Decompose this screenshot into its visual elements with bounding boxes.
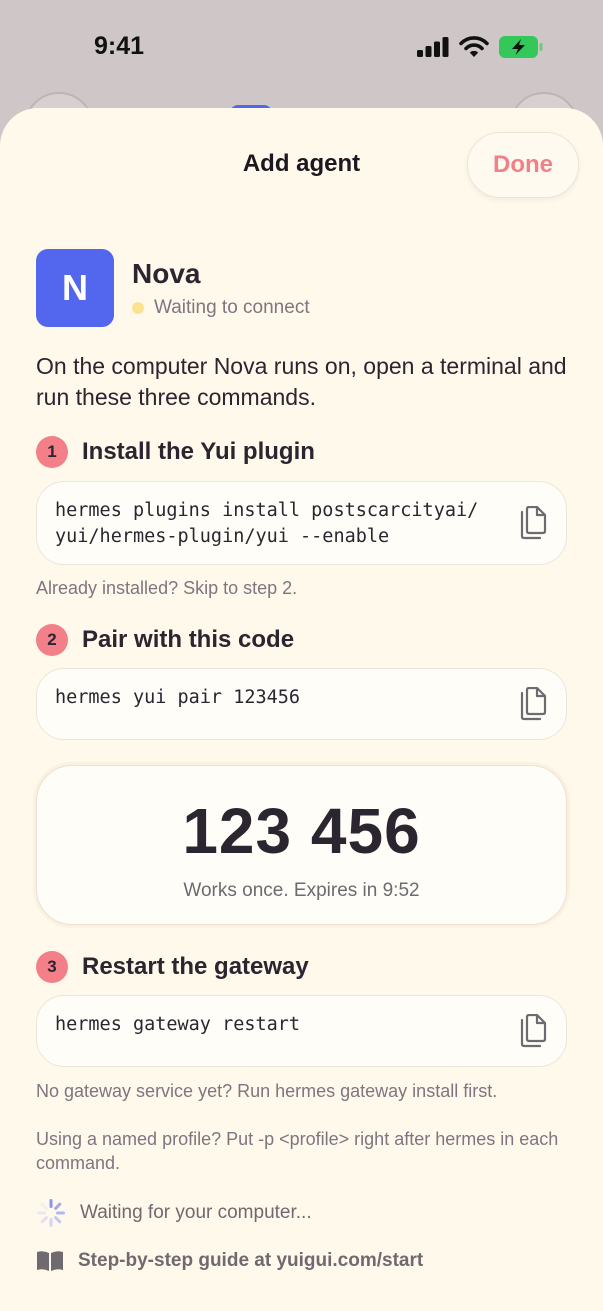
- step-badge: 3: [36, 951, 68, 983]
- status-dot-icon: [132, 302, 144, 314]
- step-1-heading: 1 Install the Yui plugin: [36, 436, 315, 468]
- command-line: yui/hermes-plugin/yui --enable: [55, 526, 390, 547]
- guide-link-text: Step-by-step guide at yuigui.com/start: [78, 1250, 424, 1271]
- pairing-expiry: Works once. Expires in 9:52: [183, 880, 420, 901]
- waiting-text: Waiting for your computer...: [80, 1202, 312, 1223]
- wifi-icon: [459, 36, 489, 57]
- agent-avatar: N: [36, 249, 114, 327]
- copy-icon[interactable]: [518, 687, 548, 721]
- copy-icon[interactable]: [518, 1014, 548, 1048]
- status-time: 9:41: [94, 32, 145, 60]
- step-badge: 1: [36, 436, 68, 468]
- step-3-hint: No gateway service yet? Run hermes gatew…: [36, 1081, 498, 1101]
- cellular-signal-icon: [417, 37, 449, 57]
- profile-hint: Using a named profile? Put -p <profile> …: [36, 1129, 559, 1173]
- pairing-code: 123 456: [182, 795, 421, 867]
- agent-status: Waiting to connect: [132, 297, 310, 319]
- battery-charging-icon: [499, 36, 543, 58]
- command-line: hermes plugins install postscarcityai/: [55, 500, 479, 521]
- add-agent-sheet: Add agent Done N Nova Waiting to connect…: [0, 108, 603, 1311]
- waiting-indicator: Waiting for your computer...: [36, 1198, 312, 1228]
- step-2-heading: 2 Pair with this code: [36, 624, 294, 656]
- step-3-heading: 3 Restart the gateway: [36, 951, 309, 983]
- done-button[interactable]: Done: [467, 132, 579, 198]
- install-command-box[interactable]: hermes plugins install postscarcityai/ y…: [36, 481, 567, 565]
- agent-name: Nova: [132, 258, 201, 289]
- command-line: hermes yui pair 123456: [55, 687, 301, 708]
- pair-command-box[interactable]: hermes yui pair 123456: [36, 668, 567, 740]
- spinner-icon: [37, 1199, 65, 1227]
- step-badge: 2: [36, 624, 68, 656]
- status-icons: [417, 36, 543, 58]
- pairing-code-card: 123 456 Works once. Expires in 9:52: [36, 765, 567, 925]
- step-title: Pair with this code: [82, 626, 295, 653]
- status-bar: 9:41: [0, 0, 603, 100]
- copy-icon[interactable]: [518, 506, 548, 540]
- restart-command-box[interactable]: hermes gateway restart: [36, 995, 567, 1067]
- step-title: Restart the gateway: [82, 953, 309, 980]
- intro-text: On the computer Nova runs on, open a ter…: [36, 353, 567, 410]
- step-title: Install the Yui plugin: [82, 438, 315, 465]
- guide-link[interactable]: Step-by-step guide at yuigui.com/start: [36, 1250, 423, 1272]
- command-line: hermes gateway restart: [55, 1014, 301, 1035]
- agent-status-text: Waiting to connect: [154, 297, 310, 318]
- step-1-hint: Already installed? Skip to step 2.: [36, 578, 298, 598]
- book-icon: [37, 1251, 63, 1271]
